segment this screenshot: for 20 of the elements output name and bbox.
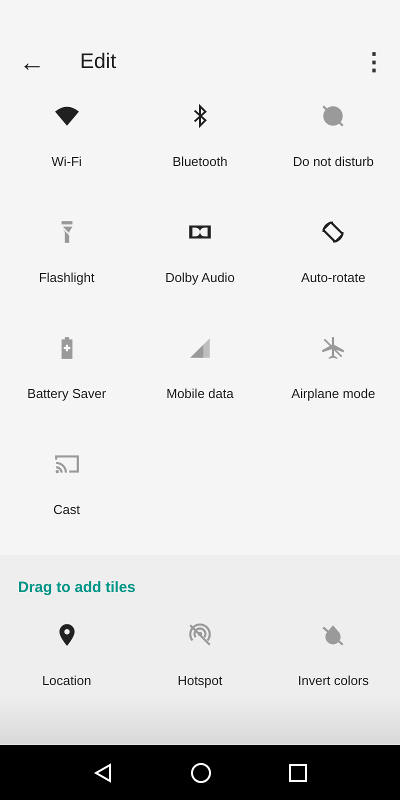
back-button[interactable]: ← xyxy=(10,46,54,78)
tile-label: Hotspot xyxy=(178,673,222,688)
tile-label: Bluetooth xyxy=(172,154,228,169)
tile-label: Cast xyxy=(53,502,80,517)
tile-label: Do not disturb xyxy=(292,154,374,169)
more-button[interactable]: ⋮ xyxy=(358,48,390,76)
tile-label: Flashlight xyxy=(38,270,94,285)
recents-icon[interactable] xyxy=(288,764,307,782)
tile-label: Airplane mode xyxy=(291,386,376,401)
tile-label: Dolby Audio xyxy=(165,270,235,285)
back-icon[interactable] xyxy=(93,762,114,782)
tile-label: Wi-Fi xyxy=(52,154,82,169)
tile-label: Auto-rotate xyxy=(301,270,366,285)
screen-title: Edit xyxy=(80,50,118,74)
tile-label: Invert colors xyxy=(298,673,369,688)
tile-label: Mobile data xyxy=(166,386,234,401)
section-heading: Drag to add tiles xyxy=(17,578,137,598)
tile-label: Location xyxy=(42,673,92,688)
tile-label: Battery Saver xyxy=(27,386,106,401)
home-icon[interactable] xyxy=(190,762,212,784)
